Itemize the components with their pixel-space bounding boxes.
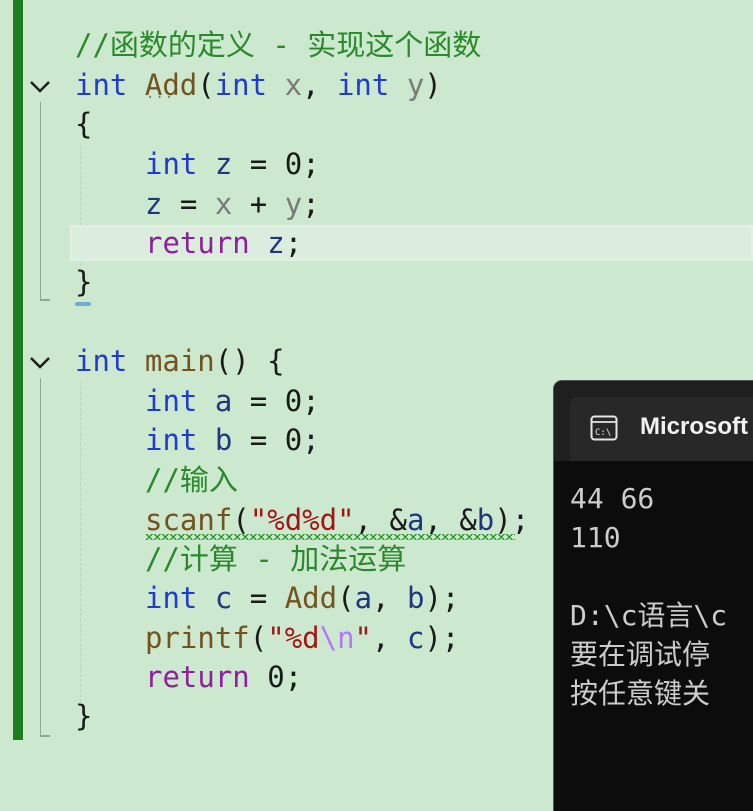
var-z[interactable]: z [215,147,232,181]
function-name-main[interactable]: main [145,344,215,378]
code-line-add-signature[interactable]: int Add(int x, int y) [75,65,442,105]
code-line-int-b[interactable]: int b = 0; [145,420,320,460]
keyword-int: int [336,68,390,102]
keyword-int: int [145,147,198,181]
code-line-close-brace[interactable]: } [75,696,92,736]
keyword-int: int [145,581,198,615]
param-y[interactable]: y [407,68,424,102]
var-c[interactable]: c [215,581,232,615]
outline-guide [40,378,41,736]
function-name-scanf[interactable]: scanf [145,503,232,537]
var-a[interactable]: a [215,384,232,418]
console-line: 要在调试停 [570,638,711,671]
function-name-add[interactable]: Add [285,581,337,615]
param-y[interactable]: y [285,187,302,221]
literal-zero: 0 [267,660,285,694]
code-line-int-a[interactable]: int a = 0; [145,381,320,421]
code-line-main-signature[interactable]: int main() { [75,341,285,381]
var-b[interactable]: b [477,503,494,537]
console-titlebar[interactable]: C:\ Microsoft [554,381,753,461]
change-marker [13,0,23,293]
escape-sequence: \n [319,621,355,655]
format-string: "%d%d" [249,503,355,537]
console-title: Microsoft [640,413,748,440]
function-name-printf[interactable]: printf [145,621,250,655]
code-line-open-brace[interactable]: { [75,104,92,144]
code-line-z-assign[interactable]: z = x + y; [145,184,320,224]
svg-text:C:\: C:\ [595,428,611,438]
hint-dots[interactable]: ··· [146,90,174,106]
code-line-int-c[interactable]: int c = Add(a, b); [145,578,459,618]
code-line-comment-input[interactable]: //输入 [145,460,238,500]
change-marker [13,293,23,740]
console-line: D:\c语言\c [570,599,728,632]
console-window[interactable]: C:\ Microsoft 44 66 110 D:\c语言\c 要在调试停按任意键… [553,380,753,811]
console-line: 44 66 [570,482,655,515]
literal-zero: 0 [284,384,303,418]
code-line-comment-calc[interactable]: //计算 - 加法运算 [145,539,406,579]
literal-zero: 0 [284,147,303,181]
param-x[interactable]: x [285,68,302,102]
var-b[interactable]: b [215,423,232,457]
fold-toggle-main[interactable] [27,350,53,376]
keyword-int: int [145,423,198,457]
chevron-down-icon [30,357,50,369]
format-string: "%d [267,621,320,655]
outline-guide-end [40,735,50,737]
console-line: 按任意键关 [570,677,711,710]
keyword-int: int [214,68,268,102]
brace-match-marker [75,302,91,306]
console-output: 44 66 110 D:\c语言\c 要在调试停按任意键关 [570,479,727,713]
var-a[interactable]: a [355,581,372,615]
var-z[interactable]: z [267,226,284,260]
chevron-down-icon [30,81,50,93]
code-line-int-z[interactable]: int z = 0; [145,144,320,184]
indent-guide [80,382,81,702]
keyword-int: int [75,68,128,102]
console-line: 110 [570,521,621,554]
code-line-return-z[interactable]: return z; [145,223,302,263]
literal-zero: 0 [284,423,303,457]
code-line-comment[interactable]: //函数的定义 - 实现这个函数 [75,25,481,65]
outline-guide [40,102,41,300]
var-z[interactable]: z [145,187,162,221]
var-c[interactable]: c [407,621,424,655]
terminal-icon: C:\ [590,415,618,441]
keyword-int: int [145,384,198,418]
code-line-return-0[interactable]: return 0; [145,657,302,697]
outline-guide-end [40,299,50,301]
format-string-end: " [354,621,373,655]
fold-toggle-add[interactable] [27,74,53,100]
param-x[interactable]: x [215,187,232,221]
code-line-close-brace[interactable]: } [75,262,92,302]
code-line-printf[interactable]: printf("%d\n", c); [145,618,459,658]
var-b[interactable]: b [407,581,424,615]
console-tab[interactable]: C:\ Microsoft [570,397,753,461]
keyword-int: int [75,344,128,378]
var-a[interactable]: a [407,503,424,537]
keyword-return: return [145,660,250,694]
keyword-return: return [145,226,250,260]
